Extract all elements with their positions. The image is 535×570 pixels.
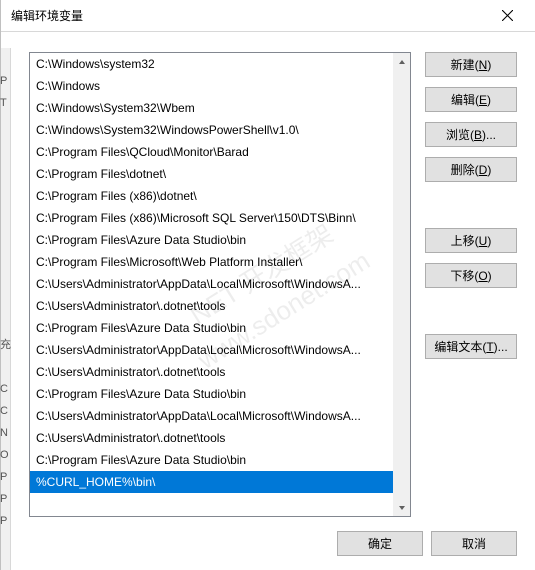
parent-window-text: P T 充 C C N O P P P bbox=[0, 70, 10, 532]
browse-button[interactable]: 浏览(B)... bbox=[425, 122, 517, 147]
main-row: C:\Windows\system32C:\WindowsC:\Windows\… bbox=[29, 52, 517, 517]
dialog-footer: 确定 取消 bbox=[337, 531, 517, 556]
close-icon bbox=[502, 10, 513, 21]
edit-text-button[interactable]: 编辑文本(T)... bbox=[425, 334, 517, 359]
list-item[interactable]: C:\Windows\system32 bbox=[30, 53, 393, 75]
list-item[interactable]: C:\Program Files (x86)\dotnet\ bbox=[30, 185, 393, 207]
list-item[interactable]: C:\Program Files\Microsoft\Web Platform … bbox=[30, 251, 393, 273]
close-button[interactable] bbox=[487, 1, 527, 31]
button-column: 新建(N) 编辑(E) 浏览(B)... 删除(D) 上移(U) 下移(O) bbox=[425, 52, 517, 517]
titlebar: 编辑环境变量 bbox=[1, 0, 535, 32]
list-item[interactable]: C:\Users\Administrator\.dotnet\tools bbox=[30, 427, 393, 449]
list-item[interactable]: %CURL_HOME%\bin\ bbox=[30, 471, 393, 493]
list-item[interactable]: C:\Program Files\Azure Data Studio\bin bbox=[30, 229, 393, 251]
chevron-down-icon bbox=[398, 504, 406, 512]
window-title: 编辑环境变量 bbox=[11, 7, 487, 24]
list-item[interactable]: C:\Program Files\Azure Data Studio\bin bbox=[30, 449, 393, 471]
list-item[interactable]: C:\Users\Administrator\AppData\Local\Mic… bbox=[30, 339, 393, 361]
move-up-button[interactable]: 上移(U) bbox=[425, 228, 517, 253]
list-item[interactable]: C:\Windows bbox=[30, 75, 393, 97]
scrollbar-vertical[interactable] bbox=[393, 53, 410, 516]
scroll-down-button[interactable] bbox=[393, 499, 410, 516]
chevron-up-icon bbox=[398, 58, 406, 66]
list-item[interactable]: C:\Program Files\dotnet\ bbox=[30, 163, 393, 185]
delete-button[interactable]: 删除(D) bbox=[425, 157, 517, 182]
dialog-window: P T 充 C C N O P P P 编辑环境变量 NET 开发框架 www.… bbox=[0, 0, 535, 570]
edit-button[interactable]: 编辑(E) bbox=[425, 87, 517, 112]
cancel-button[interactable]: 取消 bbox=[431, 531, 517, 556]
spacer bbox=[425, 192, 517, 218]
list-item[interactable]: C:\Program Files\Azure Data Studio\bin bbox=[30, 383, 393, 405]
move-down-button[interactable]: 下移(O) bbox=[425, 263, 517, 288]
list-item[interactable]: C:\Users\Administrator\AppData\Local\Mic… bbox=[30, 405, 393, 427]
dialog-content: NET 开发框架 www.sdonet.com C:\Windows\syste… bbox=[11, 32, 535, 570]
scroll-up-button[interactable] bbox=[393, 53, 410, 70]
list-item[interactable]: C:\Program Files\QCloud\Monitor\Barad bbox=[30, 141, 393, 163]
spacer bbox=[425, 298, 517, 324]
ok-button[interactable]: 确定 bbox=[337, 531, 423, 556]
listbox-inner: C:\Windows\system32C:\WindowsC:\Windows\… bbox=[30, 53, 393, 516]
list-item[interactable]: C:\Users\Administrator\.dotnet\tools bbox=[30, 295, 393, 317]
new-button[interactable]: 新建(N) bbox=[425, 52, 517, 77]
path-listbox[interactable]: C:\Windows\system32C:\WindowsC:\Windows\… bbox=[29, 52, 411, 517]
list-item[interactable]: C:\Users\Administrator\.dotnet\tools bbox=[30, 361, 393, 383]
list-item[interactable]: C:\Users\Administrator\AppData\Local\Mic… bbox=[30, 273, 393, 295]
list-item[interactable]: C:\Windows\System32\Wbem bbox=[30, 97, 393, 119]
list-item[interactable]: C:\Program Files\Azure Data Studio\bin bbox=[30, 317, 393, 339]
list-item[interactable]: C:\Program Files (x86)\Microsoft SQL Ser… bbox=[30, 207, 393, 229]
list-item[interactable]: C:\Windows\System32\WindowsPowerShell\v1… bbox=[30, 119, 393, 141]
